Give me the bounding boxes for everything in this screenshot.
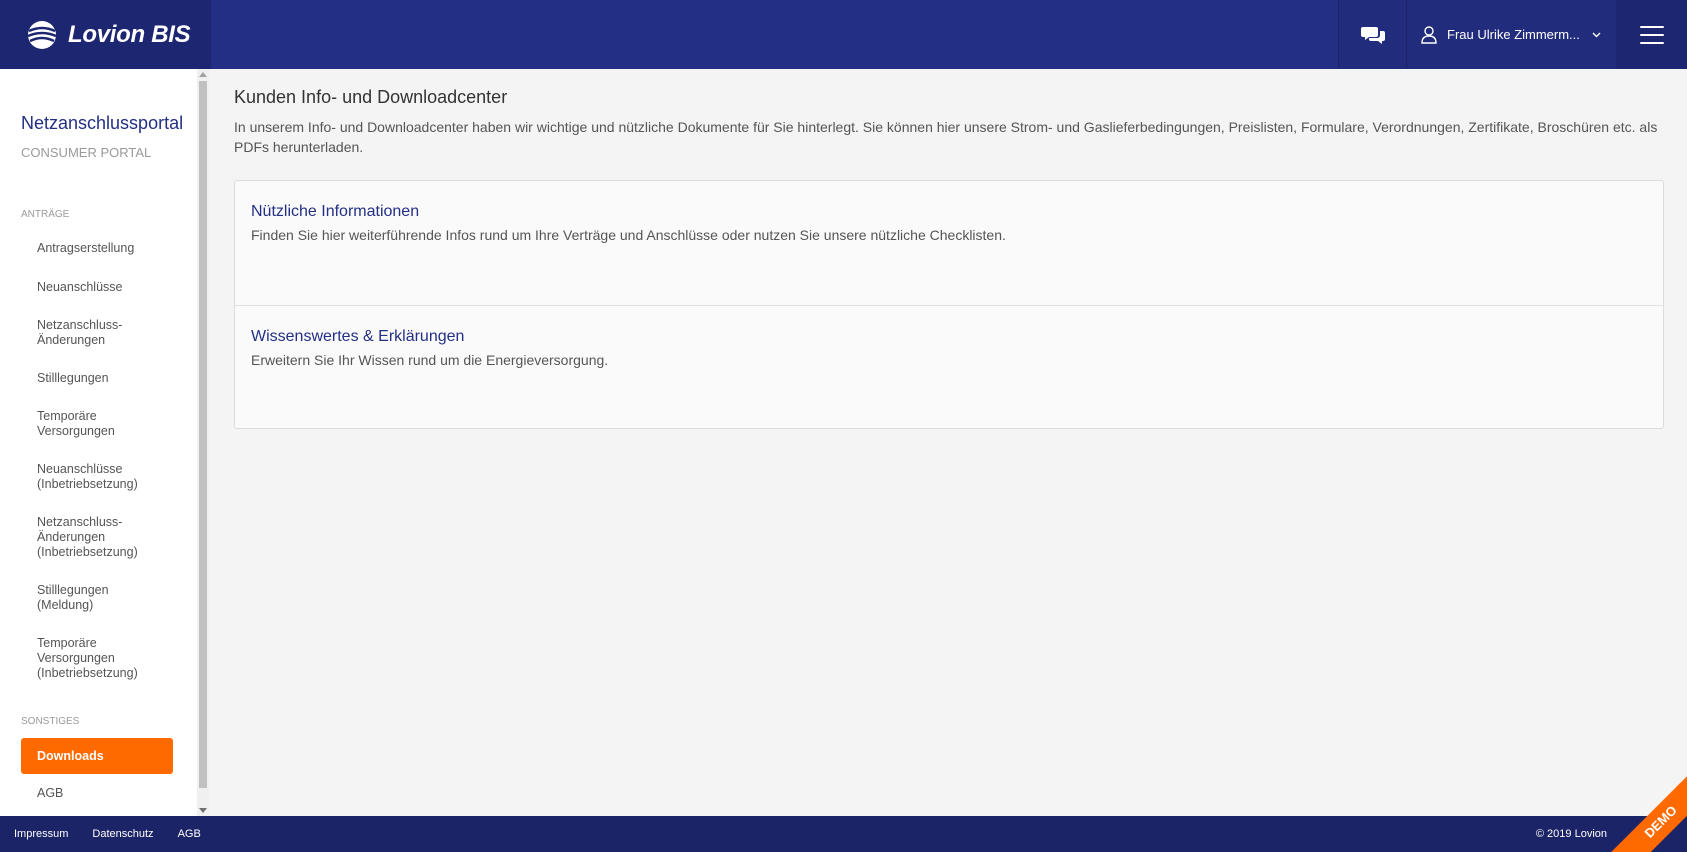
chat-button[interactable] xyxy=(1338,0,1406,69)
user-icon xyxy=(1421,25,1437,44)
sidebar: Netzanschlussportal CONSUMER PORTAL ANTR… xyxy=(0,69,197,816)
portal-subtitle: CONSUMER PORTAL xyxy=(21,145,152,160)
sidebar-item-temporaere-versorgungen-inbetriebsetzung[interactable]: Temporäre Versorgungen (Inbetriebsetzung… xyxy=(21,636,161,681)
footer-link-impressum[interactable]: Impressum xyxy=(14,828,68,840)
sidebar-scrollbar[interactable] xyxy=(197,69,209,816)
scroll-down-arrow-icon[interactable] xyxy=(199,808,207,813)
sidebar-item-temporaere-versorgungen[interactable]: Temporäre Versorgungen xyxy=(21,409,161,439)
card-section-title[interactable]: Nützliche Informationen xyxy=(251,203,1647,221)
sidebar-item-neuanschluesse[interactable]: Neuanschlüsse xyxy=(21,280,173,295)
sidebar-item-stilllegungen-meldung[interactable]: Stilllegungen (Meldung) xyxy=(21,583,141,613)
scroll-up-arrow-icon[interactable] xyxy=(199,72,207,77)
top-header: Lovion BIS Frau Ulrike Zimmerm... xyxy=(0,0,1687,69)
sidebar-item-neuanschluesse-inbetriebsetzung[interactable]: Neuanschlüsse (Inbetriebsetzung) xyxy=(21,462,161,492)
user-menu-button[interactable]: Frau Ulrike Zimmerm... xyxy=(1406,0,1616,69)
sidebar-item-antragserstellung[interactable]: Antragserstellung xyxy=(21,241,173,256)
card-section-text: Erweitern Sie Ihr Wissen rund um die Ene… xyxy=(251,352,609,368)
info-card: Nützliche Informationen Finden Sie hier … xyxy=(234,180,1664,429)
user-name: Frau Ulrike Zimmerm... xyxy=(1447,27,1580,42)
sidebar-item-agb[interactable]: AGB xyxy=(21,786,173,801)
hamburger-menu-button[interactable] xyxy=(1616,0,1687,69)
hamburger-menu-icon xyxy=(1639,25,1664,44)
chevron-down-icon xyxy=(1592,32,1601,37)
portal-title: Netzanschlussportal xyxy=(21,113,184,133)
demo-ribbon: DEMO xyxy=(1601,762,1687,852)
card-section-text: Finden Sie hier weiterführende Infos run… xyxy=(251,227,1006,243)
sidebar-item-netzanschluss-aenderungen-inbetriebsetzung[interactable]: Netzanschluss-Änderungen (Inbetriebsetzu… xyxy=(21,515,161,560)
sidebar-item-stilllegungen[interactable]: Stilllegungen xyxy=(21,371,173,386)
card-section-wissenswertes[interactable]: Wissenswertes & Erklärungen Erweitern Si… xyxy=(235,305,1663,428)
page-title: Kunden Info- und Downloadcenter xyxy=(234,87,508,107)
brand-logo-link[interactable]: Lovion BIS xyxy=(0,0,211,69)
footer-link-agb[interactable]: AGB xyxy=(178,828,201,840)
card-section-title[interactable]: Wissenswertes & Erklärungen xyxy=(251,328,1647,346)
chat-bubbles-icon xyxy=(1360,26,1385,44)
sidebar-item-downloads[interactable]: Downloads xyxy=(21,738,173,774)
copyright-text: © 2019 Lovion xyxy=(1535,828,1607,840)
page-intro: In unserem Info- und Downloadcenter habe… xyxy=(234,119,1658,155)
section-label-sonstiges: SONSTIGES xyxy=(21,716,80,727)
footer-link-datenschutz[interactable]: Datenschutz xyxy=(92,828,153,840)
sidebar-item-netzanschluss-aenderungen[interactable]: Netzanschluss-Änderungen xyxy=(21,318,161,348)
scrollbar-thumb[interactable] xyxy=(199,81,207,788)
footer: Impressum Datenschutz AGB © 2019 Lovion … xyxy=(0,762,1687,852)
globe-logo-icon xyxy=(27,20,57,49)
brand-name: Lovion BIS xyxy=(68,20,191,48)
card-section-nuetzliche-informationen[interactable]: Nützliche Informationen Finden Sie hier … xyxy=(235,181,1663,304)
section-label-antraege: ANTRÄGE xyxy=(21,209,70,220)
